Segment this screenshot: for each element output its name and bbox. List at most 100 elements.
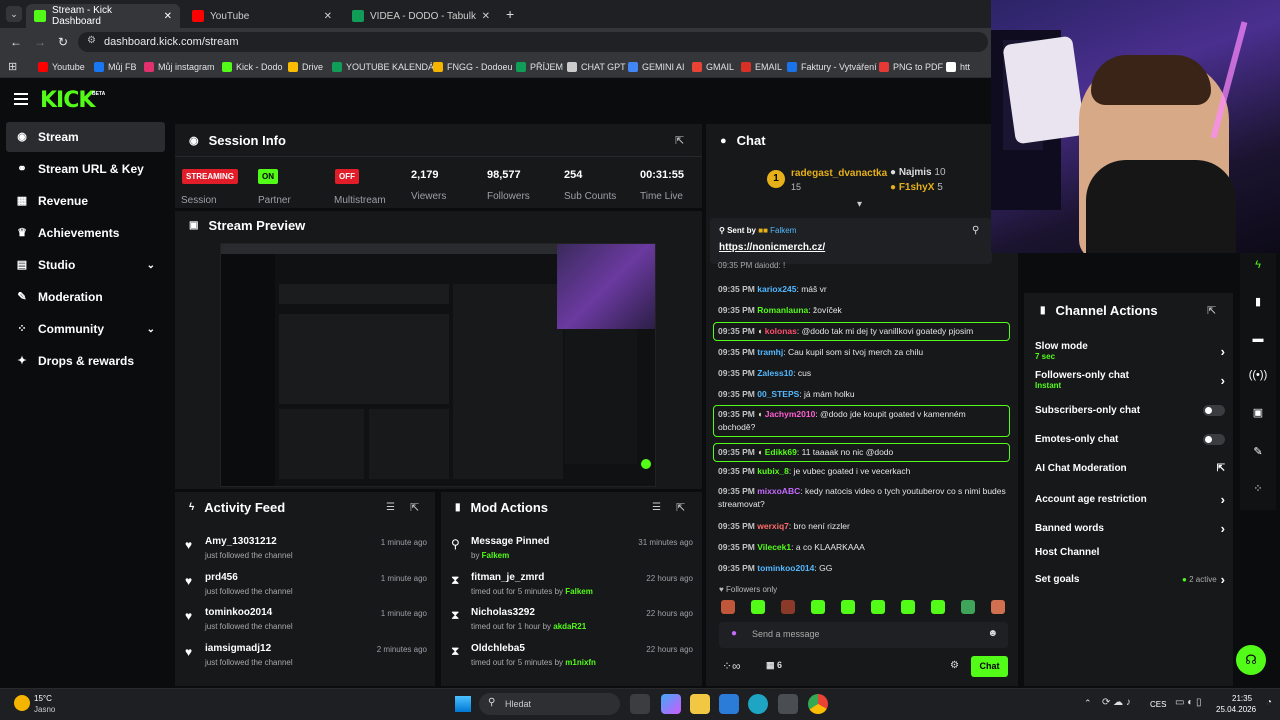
- chat-username[interactable]: Romanlauna: [757, 305, 808, 315]
- reload-icon[interactable]: ↻: [58, 35, 68, 49]
- pinned-message[interactable]: [710, 218, 992, 264]
- channel-action-control[interactable]: ⇱: [1217, 463, 1225, 474]
- channel-action-control[interactable]: ›: [1221, 492, 1225, 507]
- chat-username[interactable]: Vilecek1: [757, 542, 791, 552]
- chat-message[interactable]: 09:35 PM kariox245: máš vr: [718, 283, 1010, 296]
- moderator-name[interactable]: Falkem: [482, 551, 510, 560]
- emoji-icon[interactable]: ☻: [987, 628, 998, 639]
- expand-icon[interactable]: ⇱: [410, 501, 419, 514]
- channel-action-slow-mode[interactable]: Slow mode 7 sec ›: [1035, 341, 1225, 361]
- channel-action-set-goals[interactable]: Set goals ● 2 active ›: [1035, 572, 1225, 587]
- bookmark-item[interactable]: Můj instagram: [144, 60, 215, 74]
- weather-temp[interactable]: 15°C: [34, 694, 52, 703]
- site-info-icon[interactable]: ⚙: [87, 35, 96, 46]
- gifter-f1shyx[interactable]: ● F1shyX 5: [890, 182, 943, 193]
- channel-action-control[interactable]: [1203, 405, 1225, 416]
- chat-username[interactable]: Jachym2010: [765, 409, 816, 419]
- channel-action-control[interactable]: ›: [1221, 344, 1225, 359]
- notification-icon[interactable]: ◔: [1266, 697, 1272, 708]
- expand-icon[interactable]: ⇱: [1207, 304, 1216, 317]
- file-explorer-icon[interactable]: [690, 694, 710, 714]
- wrench-icon[interactable]: ✎: [1244, 437, 1272, 465]
- bookmark-item[interactable]: PŘÍJEM: [516, 60, 563, 74]
- channel-action-control[interactable]: ›: [1221, 373, 1225, 388]
- clock-date[interactable]: 25.04.2026: [1216, 705, 1256, 714]
- chrome-icon[interactable]: [808, 694, 828, 714]
- bookmark-item[interactable]: Drive: [288, 60, 323, 74]
- start-windows-icon[interactable]: [455, 696, 471, 712]
- activity-item[interactable]: ♥ iamsigmadj12 just followed the channel 2 …: [183, 643, 427, 679]
- expand-icon[interactable]: ⇱: [675, 134, 684, 147]
- channel-action-subscribers-only-chat[interactable]: Subscribers-only chat: [1035, 405, 1225, 416]
- chat-username[interactable]: mixxoABC: [757, 486, 800, 496]
- task-view-icon[interactable]: [630, 694, 650, 714]
- chat-message[interactable]: 09:35 PM ◖ Edikk69: 11 taaaak no nic @do…: [713, 443, 1010, 462]
- channel-action-account-age-restriction[interactable]: Account age restriction ›: [1035, 492, 1225, 507]
- channel-action-control[interactable]: ● 2 active ›: [1182, 572, 1225, 587]
- bolt-icon[interactable]: ϟ: [1244, 251, 1272, 279]
- moderator-name[interactable]: akdaR21: [553, 622, 586, 631]
- sidebar-item-studio[interactable]: ▤ Studio ⌄: [6, 250, 165, 280]
- bookmark-item[interactable]: Faktury - Vytváření: [787, 60, 877, 74]
- bookmark-item[interactable]: PNG to PDF: [879, 60, 943, 74]
- broadcast-icon[interactable]: ((•)): [1244, 361, 1272, 389]
- forward-arrow-icon[interactable]: →: [34, 35, 46, 49]
- bookmark-item[interactable]: CHAT GPT: [567, 60, 626, 74]
- expand-icon[interactable]: ⇱: [676, 501, 685, 514]
- sidebar-item-achievements[interactable]: ♛ Achievements: [6, 218, 165, 248]
- channel-action-banned-words[interactable]: Banned words ›: [1035, 521, 1225, 536]
- bookmark-item[interactable]: htt: [946, 60, 970, 74]
- emote-icon[interactable]: [931, 600, 945, 614]
- apps-grid-icon[interactable]: ⊞: [8, 60, 17, 73]
- sidebar-item-stream-url-key[interactable]: ⚭ Stream URL & Key: [6, 154, 165, 184]
- emote-icon[interactable]: [961, 600, 975, 614]
- bookmark-item[interactable]: GEMINI AI: [628, 60, 685, 74]
- chat-username[interactable]: tominkoo2014: [757, 563, 814, 573]
- activity-item[interactable]: ♥ prd456 just followed the channel 1 minute…: [183, 572, 427, 608]
- emote-icon[interactable]: [901, 600, 915, 614]
- pinned-link[interactable]: https://nonicmerch.cz/: [719, 242, 825, 253]
- chat-username[interactable]: kolonas: [765, 326, 797, 336]
- channel-action-emotes-only-chat[interactable]: Emotes-only chat: [1035, 434, 1225, 445]
- close-tab-icon[interactable]: ✕: [164, 11, 172, 22]
- sidebar-item-revenue[interactable]: ▦ Revenue: [6, 186, 165, 216]
- chat-icon[interactable]: ▬: [1244, 325, 1272, 353]
- chat-message[interactable]: 09:35 PM kubix_8: je vubec goated i ve v…: [718, 465, 1010, 478]
- chat-username[interactable]: kariox245: [757, 284, 796, 294]
- browser-tab-kick[interactable]: Stream - Kick Dashboard ✕: [26, 4, 180, 28]
- chat-username[interactable]: Edikk69: [765, 447, 797, 457]
- chevron-down-icon[interactable]: ⌄: [147, 324, 155, 335]
- weather-icon[interactable]: [14, 695, 30, 711]
- sidebar-item-drops-rewards[interactable]: ✦ Drops & rewards: [6, 346, 165, 376]
- bookmark-item[interactable]: YOUTUBE KALENDÁŘ: [332, 60, 441, 74]
- chat-message[interactable]: 09:35 PM ◖ kolonas: @dodo tak mi dej ty …: [713, 322, 1010, 341]
- chat-settings-icon[interactable]: ⚙: [950, 660, 959, 671]
- tray-icons[interactable]: ⟳ ☁ ♪: [1102, 697, 1131, 708]
- collapse-icon[interactable]: ▾: [857, 199, 862, 210]
- sidebar-item-moderation[interactable]: ✎ Moderation: [6, 282, 165, 312]
- chat-username[interactable]: Zaless10: [757, 368, 793, 378]
- chat-input[interactable]: ● Send a message ☻: [719, 622, 1008, 648]
- shield-icon[interactable]: ▣: [1244, 398, 1272, 426]
- new-tab-button[interactable]: +: [506, 6, 514, 22]
- mod-action-item[interactable]: ⚲ Message Pinned by Falkem 31 minutes ago: [449, 536, 693, 572]
- chat-message[interactable]: 09:35 PM werxiq7: bro není rizzler: [718, 520, 1010, 533]
- browser-tab-sheets[interactable]: VIDEA - DODO - Tabulky Googl ✕: [344, 4, 498, 28]
- support-chat-button[interactable]: ☊: [1236, 645, 1266, 675]
- kick-logo[interactable]: KICK: [40, 88, 95, 113]
- chat-username[interactable]: werxiq7: [757, 521, 789, 531]
- document-icon[interactable]: ▮: [1244, 287, 1272, 315]
- copilot-icon[interactable]: [661, 694, 681, 714]
- stream-video-preview[interactable]: [220, 243, 656, 487]
- toggle-switch[interactable]: [1203, 405, 1225, 416]
- emote-icon[interactable]: [781, 600, 795, 614]
- chat-username[interactable]: 00_STEPS: [757, 389, 799, 399]
- send-chat-button[interactable]: Chat: [971, 656, 1008, 677]
- mod-action-item[interactable]: ⧗ fitman_je_zmrd timed out for 5 minutes b…: [449, 572, 693, 608]
- mod-action-item[interactable]: ⧗ Oldchleba5 timed out for 5 minutes by m1…: [449, 643, 693, 679]
- bookmark-item[interactable]: GMAIL: [692, 60, 734, 74]
- chat-message[interactable]: 09:35 PM Vilecek1: a co KLAARKAAA: [718, 541, 1010, 554]
- gifter-najmis[interactable]: ● Najmis 10: [890, 167, 946, 178]
- moderator-name[interactable]: m1nixfn: [565, 658, 596, 667]
- back-arrow-icon[interactable]: ←: [10, 35, 22, 49]
